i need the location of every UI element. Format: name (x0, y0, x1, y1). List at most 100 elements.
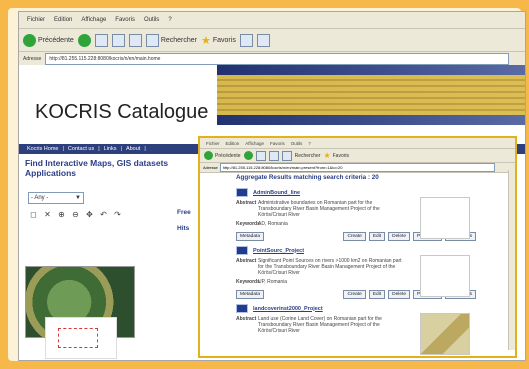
favorites-icon: ★ (201, 34, 211, 47)
popup-menu-help[interactable]: ? (308, 141, 311, 146)
nav-home-link[interactable]: Kocris Home (27, 146, 58, 152)
menu-tools[interactable]: Outils (144, 17, 159, 23)
back-icon (23, 33, 36, 47)
delete-button[interactable]: Delete (388, 290, 410, 299)
create-button[interactable]: Create (343, 232, 366, 241)
site-title: KOCRIS Catalogue (35, 101, 209, 123)
nav-contact-link[interactable]: Contact us (68, 146, 94, 152)
metadata-button[interactable]: Metadata (236, 232, 265, 241)
popup-menu-favorites[interactable]: Favoris (270, 141, 285, 146)
results-list: AdminBound_line Abstract Administrative … (236, 185, 476, 355)
abstract-label: Abstract (236, 258, 257, 264)
nav-about-link[interactable]: About (126, 146, 140, 152)
next-icon[interactable]: ↷ (112, 210, 123, 219)
result-title[interactable]: PointSourc_Project (253, 248, 304, 254)
popup-address-bar: Adresse http://81.255.115.228:8080/kocri… (200, 163, 515, 173)
result-item: AdminBound_line Abstract Administrative … (236, 188, 476, 241)
edit-button[interactable]: Edit (368, 232, 386, 241)
results-window: Fichier Edition Affichage Favoris Outils… (198, 136, 517, 358)
popup-menu-file[interactable]: Fichier (206, 141, 220, 146)
search-fields: Free Hits (177, 205, 191, 237)
back-icon (204, 151, 213, 160)
result-item: PointSourc_Project Abstract Significant … (236, 246, 476, 299)
favorites-label: Favoris (212, 36, 236, 44)
search-button[interactable]: Rechercher (145, 33, 197, 47)
free-text-label: Free (177, 209, 191, 216)
popup-menu-tools[interactable]: Outils (291, 141, 303, 146)
popup-url-text: http://81.255.115.228:8080/kocris/n/en/m… (222, 165, 343, 170)
edit-button[interactable]: Edit (368, 290, 386, 299)
menu-bar: Fichier Edition Affichage Favoris Outils… (19, 12, 525, 29)
area-select[interactable]: - Any - ▼ (28, 192, 84, 204)
map-tools: ◻ ✕ ⊕ ⊖ ✥ ↶ ↷ (28, 210, 143, 219)
overview-map[interactable] (45, 317, 117, 359)
popup-toolbar: Précédente Rechercher ★ Favoris (200, 149, 515, 163)
popup-menu-edit[interactable]: Edition (226, 141, 240, 146)
keywords-text: UP, Romania (258, 279, 288, 285)
search-icon (145, 33, 159, 47)
zoom-in-icon[interactable]: ⊕ (56, 210, 67, 219)
refresh-icon[interactable] (111, 33, 125, 47)
search-label: Rechercher (160, 36, 197, 44)
favorites-button[interactable]: ★ Favoris (201, 34, 236, 47)
delete-button[interactable]: Delete (388, 232, 410, 241)
menu-file[interactable]: Fichier (27, 17, 45, 23)
metadata-button[interactable]: Metadata (236, 290, 265, 299)
popup-back-button[interactable]: Précédente (204, 151, 241, 160)
layer-icon (236, 304, 248, 313)
search-heading: Find Interactive Maps, GIS datasets Appl… (25, 158, 169, 178)
result-title[interactable]: landcoverinst2000_Project (253, 306, 323, 312)
prev-icon[interactable]: ↶ (98, 210, 109, 219)
popup-menu-view[interactable]: Affichage (245, 141, 264, 146)
select-tool-icon[interactable]: ◻ (28, 210, 39, 219)
header-banner (217, 65, 525, 125)
nav-links-link[interactable]: Links (104, 146, 117, 152)
results-summary: Aggregate Results matching search criter… (236, 174, 379, 181)
abstract-label: Abstract (236, 200, 257, 206)
popup-favorites-button[interactable]: ★ Favoris (323, 151, 349, 160)
result-item: landcoverinst2000_Project Abstract Land … (236, 304, 476, 355)
result-thumbnail[interactable] (420, 313, 470, 355)
create-button[interactable]: Create (343, 290, 366, 299)
cross-tool-icon[interactable]: ✕ (42, 210, 53, 219)
stop-icon[interactable] (255, 150, 266, 161)
abstract-label: Abstract (236, 316, 257, 322)
menu-view[interactable]: Affichage (81, 17, 106, 23)
abstract-text: Significant Point Sources on rivers >100… (258, 258, 402, 276)
forward-icon[interactable] (77, 33, 91, 47)
address-label: Adresse (23, 56, 42, 62)
popup-favorites-label: Favoris (332, 152, 350, 159)
menu-favorites[interactable]: Favoris (115, 17, 135, 23)
keywords-text: AD, Romania (258, 221, 288, 227)
layer-icon (236, 246, 248, 255)
abstract-text: Land use (Corine Land Cover) on Romanian… (258, 316, 382, 334)
back-button[interactable]: Précédente (23, 33, 74, 47)
popup-search-button[interactable]: Rechercher (295, 153, 321, 159)
pan-icon[interactable]: ✥ (84, 210, 95, 219)
result-thumbnail[interactable] (420, 197, 470, 239)
mail-icon[interactable] (256, 33, 270, 47)
layer-icon (236, 188, 248, 197)
favorites-icon: ★ (323, 151, 331, 160)
menu-help[interactable]: ? (168, 17, 171, 23)
result-thumbnail[interactable] (420, 255, 470, 297)
hits-label: Hits (177, 225, 190, 232)
zoom-out-icon[interactable]: ⊖ (70, 210, 81, 219)
url-field[interactable]: http://81.255.115.228:8080/kocris/n/en/m… (45, 53, 509, 65)
keywords-label: Keywords (236, 279, 260, 285)
result-title[interactable]: AdminBound_line (253, 190, 300, 196)
home-icon[interactable] (128, 33, 142, 47)
home-icon[interactable] (281, 150, 292, 161)
popup-menu-bar: Fichier Edition Affichage Favoris Outils… (200, 138, 515, 149)
results-scrollbar[interactable] (508, 170, 515, 350)
popup-url-field[interactable]: http://81.255.115.228:8080/kocris/n/en/m… (219, 163, 495, 172)
forward-icon[interactable] (243, 151, 253, 160)
extent-box (58, 328, 98, 348)
stop-icon[interactable] (94, 33, 108, 47)
menu-edit[interactable]: Edition (54, 17, 72, 23)
popup-back-label: Précédente (215, 152, 241, 159)
back-label: Précédente (38, 36, 74, 44)
refresh-icon[interactable] (268, 150, 279, 161)
history-icon[interactable] (239, 33, 253, 47)
keywords-label: Keywords (236, 221, 260, 227)
